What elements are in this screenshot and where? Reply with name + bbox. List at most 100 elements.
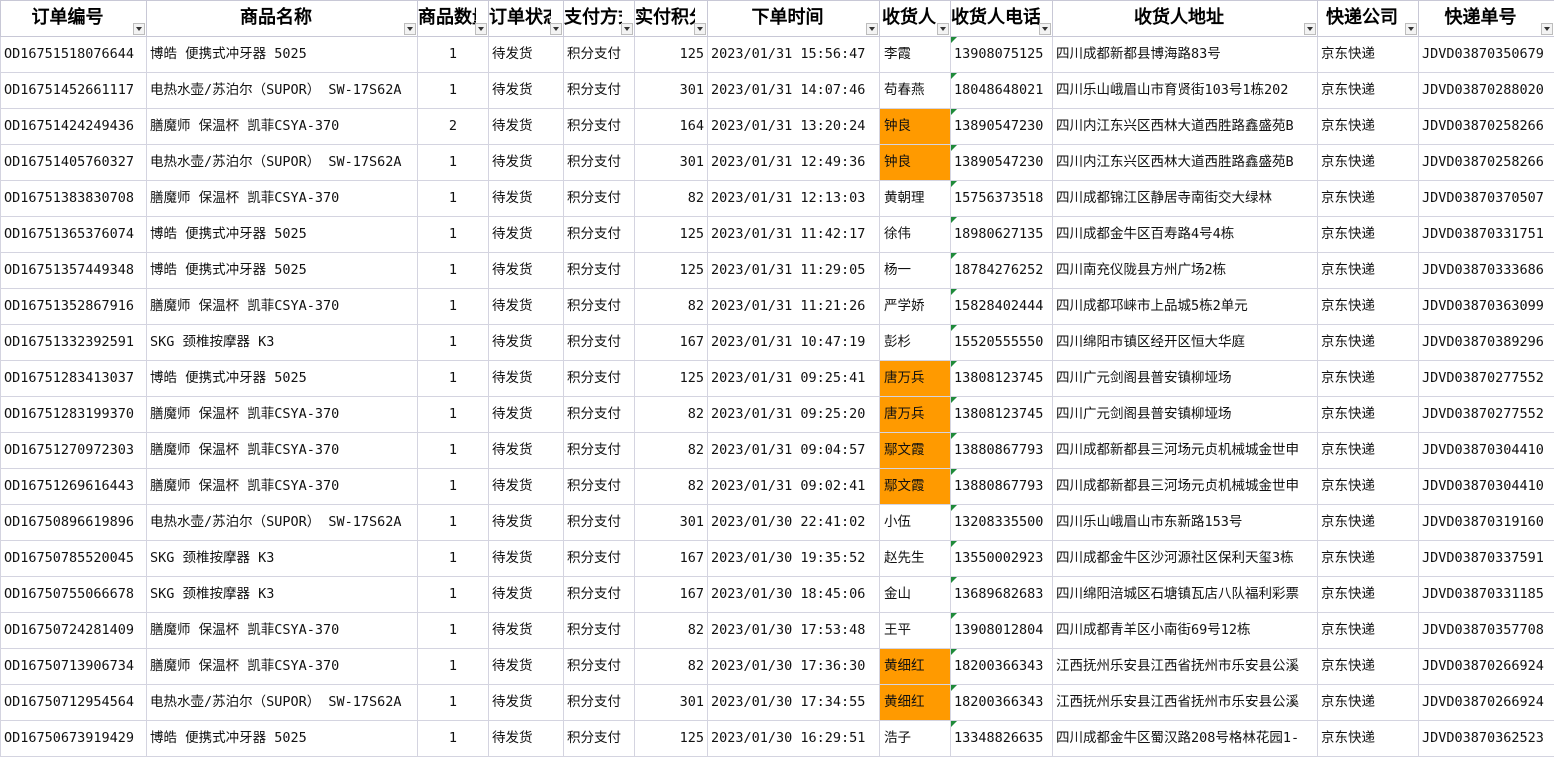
cell-qty[interactable]: 1: [417, 252, 489, 289]
cell-tracking[interactable]: JDVD03870357708: [1418, 612, 1554, 649]
cell-status[interactable]: 待发货: [488, 108, 564, 145]
cell-receiver[interactable]: 赵先生: [879, 540, 951, 577]
cell-points[interactable]: 82: [634, 612, 708, 649]
cell-address[interactable]: 四川成都邛崃市上品城5栋2单元: [1052, 288, 1318, 325]
cell-receiver[interactable]: 徐伟: [879, 216, 951, 253]
cell-status[interactable]: 待发货: [488, 252, 564, 289]
cell-phone[interactable]: 18784276252: [950, 252, 1053, 289]
cell-receiver[interactable]: 小伍: [879, 504, 951, 541]
cell-courier[interactable]: 京东快递: [1317, 360, 1419, 397]
cell-receiver[interactable]: 黄细红: [879, 684, 951, 721]
cell-tracking[interactable]: JDVD03870304410: [1418, 468, 1554, 505]
cell-status[interactable]: 待发货: [488, 72, 564, 109]
cell-address[interactable]: 四川广元剑阁县普安镇柳垭场: [1052, 360, 1318, 397]
cell-product[interactable]: 电热水壶/苏泊尔（SUPOR） SW-17S62A: [146, 72, 418, 109]
cell-courier[interactable]: 京东快递: [1317, 36, 1419, 73]
cell-tracking[interactable]: JDVD03870288020: [1418, 72, 1554, 109]
cell-product[interactable]: SKG 颈椎按摩器 K3: [146, 576, 418, 613]
cell-phone[interactable]: 15828402444: [950, 288, 1053, 325]
cell-qty[interactable]: 1: [417, 648, 489, 685]
cell-courier[interactable]: 京东快递: [1317, 396, 1419, 433]
cell-time[interactable]: 2023/01/31 13:20:24: [707, 108, 880, 145]
cell-qty[interactable]: 1: [417, 216, 489, 253]
cell-receiver[interactable]: 彭杉: [879, 324, 951, 361]
cell-receiver[interactable]: 李霞: [879, 36, 951, 73]
cell-product[interactable]: 博皓 便携式冲牙器 5025: [146, 720, 418, 757]
cell-payment[interactable]: 积分支付: [563, 108, 635, 145]
cell-points[interactable]: 125: [634, 216, 708, 253]
cell-time[interactable]: 2023/01/31 11:21:26: [707, 288, 880, 325]
cell-phone[interactable]: 13808123745: [950, 360, 1053, 397]
cell-address[interactable]: 四川绵阳市镇区经开区恒大华庭: [1052, 324, 1318, 361]
cell-courier[interactable]: 京东快递: [1317, 108, 1419, 145]
cell-points[interactable]: 82: [634, 432, 708, 469]
cell-status[interactable]: 待发货: [488, 396, 564, 433]
cell-payment[interactable]: 积分支付: [563, 648, 635, 685]
cell-qty[interactable]: 1: [417, 720, 489, 757]
cell-time[interactable]: 2023/01/31 11:29:05: [707, 252, 880, 289]
header-qty[interactable]: 商品数量: [417, 0, 489, 37]
cell-status[interactable]: 待发货: [488, 324, 564, 361]
header-receiver[interactable]: 收货人: [879, 0, 951, 37]
filter-dropdown-icon[interactable]: [404, 23, 416, 35]
cell-points[interactable]: 301: [634, 504, 708, 541]
cell-phone[interactable]: 13880867793: [950, 468, 1053, 505]
cell-courier[interactable]: 京东快递: [1317, 252, 1419, 289]
cell-tracking[interactable]: JDVD03870266924: [1418, 684, 1554, 721]
cell-time[interactable]: 2023/01/31 09:25:41: [707, 360, 880, 397]
cell-order-id[interactable]: OD16750755066678: [0, 576, 147, 613]
cell-points[interactable]: 125: [634, 252, 708, 289]
cell-address[interactable]: 四川内江东兴区西林大道西胜路鑫盛苑B: [1052, 108, 1318, 145]
cell-payment[interactable]: 积分支付: [563, 504, 635, 541]
cell-tracking[interactable]: JDVD03870333686: [1418, 252, 1554, 289]
cell-tracking[interactable]: JDVD03870304410: [1418, 432, 1554, 469]
cell-points[interactable]: 125: [634, 36, 708, 73]
cell-courier[interactable]: 京东快递: [1317, 648, 1419, 685]
cell-points[interactable]: 125: [634, 360, 708, 397]
cell-points[interactable]: 82: [634, 396, 708, 433]
cell-payment[interactable]: 积分支付: [563, 324, 635, 361]
filter-dropdown-icon[interactable]: [621, 23, 633, 35]
cell-qty[interactable]: 2: [417, 108, 489, 145]
cell-receiver[interactable]: 黄朝理: [879, 180, 951, 217]
cell-payment[interactable]: 积分支付: [563, 576, 635, 613]
cell-receiver[interactable]: 苟春燕: [879, 72, 951, 109]
cell-points[interactable]: 125: [634, 720, 708, 757]
cell-payment[interactable]: 积分支付: [563, 612, 635, 649]
cell-receiver[interactable]: 鄢文霞: [879, 432, 951, 469]
cell-points[interactable]: 301: [634, 684, 708, 721]
cell-product[interactable]: SKG 颈椎按摩器 K3: [146, 540, 418, 577]
cell-qty[interactable]: 1: [417, 72, 489, 109]
cell-qty[interactable]: 1: [417, 288, 489, 325]
cell-points[interactable]: 82: [634, 288, 708, 325]
cell-address[interactable]: 江西抚州乐安县江西省抚州市乐安县公溪: [1052, 648, 1318, 685]
cell-time[interactable]: 2023/01/31 15:56:47: [707, 36, 880, 73]
cell-tracking[interactable]: JDVD03870370507: [1418, 180, 1554, 217]
cell-status[interactable]: 待发货: [488, 648, 564, 685]
cell-courier[interactable]: 京东快递: [1317, 216, 1419, 253]
cell-product[interactable]: 膳魔师 保温杯 凯菲CSYA-370: [146, 612, 418, 649]
cell-tracking[interactable]: JDVD03870319160: [1418, 504, 1554, 541]
cell-qty[interactable]: 1: [417, 432, 489, 469]
cell-order-id[interactable]: OD16751270972303: [0, 432, 147, 469]
cell-phone[interactable]: 18980627135: [950, 216, 1053, 253]
cell-time[interactable]: 2023/01/30 16:29:51: [707, 720, 880, 757]
cell-address[interactable]: 四川成都青羊区小南街69号12栋: [1052, 612, 1318, 649]
cell-address[interactable]: 四川乐山峨眉山市育贤街103号1栋202: [1052, 72, 1318, 109]
cell-time[interactable]: 2023/01/30 17:34:55: [707, 684, 880, 721]
cell-receiver[interactable]: 浩子: [879, 720, 951, 757]
cell-phone[interactable]: 13348826635: [950, 720, 1053, 757]
cell-tracking[interactable]: JDVD03870389296: [1418, 324, 1554, 361]
cell-address[interactable]: 四川内江东兴区西林大道西胜路鑫盛苑B: [1052, 144, 1318, 181]
cell-qty[interactable]: 1: [417, 324, 489, 361]
cell-order-id[interactable]: OD16750896619896: [0, 504, 147, 541]
cell-product[interactable]: 膳魔师 保温杯 凯菲CSYA-370: [146, 432, 418, 469]
cell-status[interactable]: 待发货: [488, 468, 564, 505]
cell-receiver[interactable]: 严学娇: [879, 288, 951, 325]
cell-address[interactable]: 四川南充仪陇县方州广场2栋: [1052, 252, 1318, 289]
cell-payment[interactable]: 积分支付: [563, 72, 635, 109]
cell-qty[interactable]: 1: [417, 576, 489, 613]
cell-product[interactable]: 博皓 便携式冲牙器 5025: [146, 36, 418, 73]
cell-courier[interactable]: 京东快递: [1317, 180, 1419, 217]
header-points[interactable]: 实付积分: [634, 0, 708, 37]
